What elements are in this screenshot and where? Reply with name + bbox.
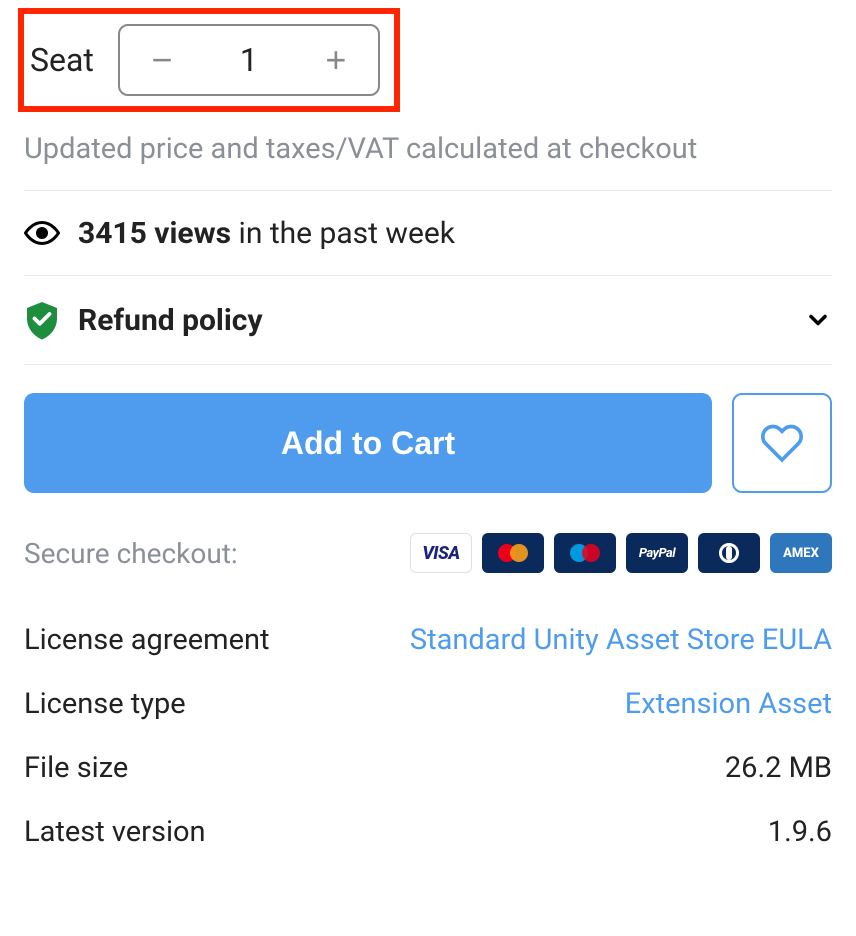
detail-row-license-agreement: License agreement Standard Unity Asset S…: [24, 623, 832, 657]
seat-value: 1: [204, 41, 294, 79]
views-text: 3415 views in the past week: [78, 216, 455, 251]
file-size-value: 26.2 MB: [725, 751, 832, 785]
seat-highlight: Seat − 1 +: [18, 8, 400, 112]
secure-checkout-row: Secure checkout: VISA PayPal AMEX: [24, 533, 832, 573]
detail-row-license-type: License type Extension Asset: [24, 687, 832, 721]
action-row: Add to Cart: [24, 393, 832, 493]
detail-label: License type: [24, 687, 186, 721]
mastercard-icon: [482, 533, 544, 573]
checkout-note: Updated price and taxes/VAT calculated a…: [24, 132, 832, 166]
shield-check-icon: [24, 300, 60, 340]
chevron-down-icon: [804, 306, 832, 334]
seat-decrement-button[interactable]: −: [120, 26, 204, 94]
views-count: 3415 views: [78, 216, 231, 251]
views-row: 3415 views in the past week: [24, 215, 832, 251]
divider: [24, 364, 832, 365]
latest-version-value: 1.9.6: [768, 815, 832, 849]
heart-icon: [760, 421, 804, 465]
paypal-icon: PayPal: [626, 533, 688, 573]
views-suffix: in the past week: [231, 216, 455, 251]
seat-increment-button[interactable]: +: [294, 26, 378, 94]
add-to-cart-button[interactable]: Add to Cart: [24, 393, 712, 493]
detail-row-file-size: File size 26.2 MB: [24, 751, 832, 785]
diners-club-icon: [698, 533, 760, 573]
payment-icons: VISA PayPal AMEX: [410, 533, 832, 573]
eye-icon: [24, 215, 60, 251]
details-list: License agreement Standard Unity Asset S…: [24, 623, 832, 849]
detail-row-latest-version: Latest version 1.9.6: [24, 815, 832, 849]
detail-label: License agreement: [24, 623, 269, 657]
divider: [24, 190, 832, 191]
wishlist-button[interactable]: [732, 393, 832, 493]
amex-icon: AMEX: [770, 533, 832, 573]
seat-stepper: − 1 +: [118, 24, 380, 96]
detail-label: Latest version: [24, 815, 206, 849]
visa-icon: VISA: [410, 533, 472, 573]
divider: [24, 275, 832, 276]
license-agreement-link[interactable]: Standard Unity Asset Store EULA: [410, 623, 832, 657]
secure-checkout-label: Secure checkout:: [24, 537, 238, 570]
refund-policy-toggle[interactable]: Refund policy: [24, 300, 832, 340]
seat-label: Seat: [30, 41, 94, 79]
refund-policy-label: Refund policy: [78, 303, 786, 338]
license-type-link[interactable]: Extension Asset: [625, 687, 832, 721]
maestro-icon: [554, 533, 616, 573]
detail-label: File size: [24, 751, 128, 785]
